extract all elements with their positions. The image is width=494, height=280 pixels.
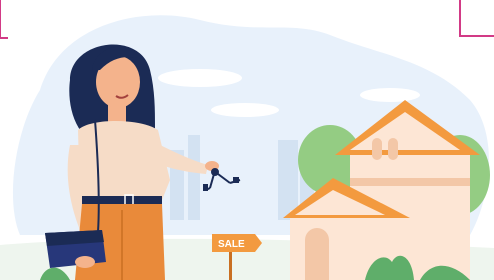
accent-frame-left — [0, 0, 8, 39]
accent-frame-right — [459, 0, 494, 37]
illustration-canvas: SALE — [0, 0, 494, 280]
handbag-icon — [45, 230, 106, 268]
sale-sign-text: SALE — [218, 239, 245, 250]
cloud — [158, 69, 242, 87]
cloud — [360, 88, 420, 102]
cloud — [211, 103, 279, 117]
illustration-svg: SALE — [0, 0, 494, 280]
